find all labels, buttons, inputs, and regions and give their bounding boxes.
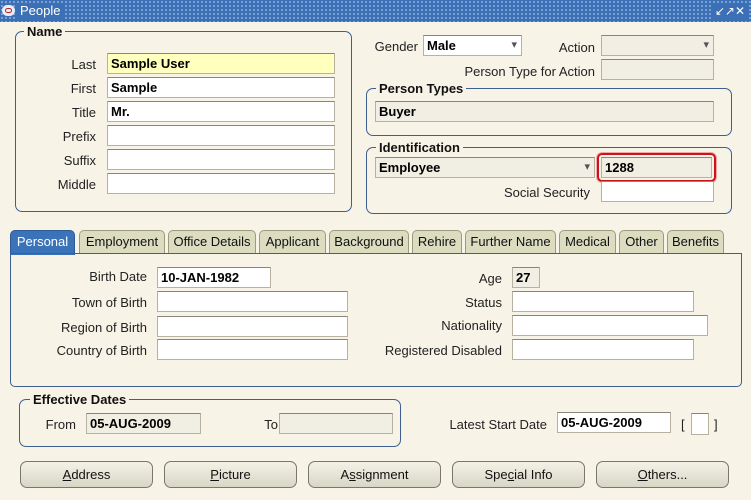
tab-benefits[interactable]: Benefits <box>667 230 724 254</box>
gender-label: Gender <box>374 39 418 54</box>
name-legend: Name <box>24 24 66 40</box>
last-name-field[interactable]: Sample User <box>107 53 335 74</box>
tab-other[interactable]: Other <box>619 230 664 254</box>
birth-date-field[interactable]: 10-JAN-1982 <box>157 267 271 288</box>
status-label: Status <box>465 295 502 310</box>
country-of-birth-field[interactable] <box>157 339 348 360</box>
window-title: People <box>17 3 64 19</box>
special-info-button[interactable]: Special Info <box>452 461 585 488</box>
assignment-button-text-pre: A <box>340 467 350 482</box>
tab-applicant[interactable]: Applicant <box>259 230 326 254</box>
from-date-field[interactable]: 05-AUG-2009 <box>86 413 201 434</box>
nationality-label: Nationality <box>441 318 502 333</box>
tab-employment[interactable]: Employment <box>79 230 165 254</box>
assignment-button[interactable]: Assignment <box>308 461 441 488</box>
window-controls[interactable]: ↙↗✕ <box>712 3 747 19</box>
middle-name-label: Middle <box>57 177 96 192</box>
identification-legend: Identification <box>376 140 463 156</box>
person-type-field[interactable]: Buyer <box>375 101 714 122</box>
employee-number-field[interactable]: 1288 <box>601 157 712 178</box>
others-button-text-post: thers... <box>647 467 688 482</box>
window-title-bar[interactable] <box>0 0 751 22</box>
region-of-birth-field[interactable] <box>157 316 348 337</box>
title-field[interactable]: Mr. <box>107 101 335 122</box>
address-button-text-post: ddress <box>71 467 111 482</box>
nationality-field[interactable] <box>512 315 708 336</box>
others-button-mnemonic: O <box>637 467 648 482</box>
prefix-label: Prefix <box>62 129 96 144</box>
action-select[interactable] <box>601 35 714 56</box>
first-name-field[interactable]: Sample <box>107 77 335 98</box>
tab-office-details[interactable]: Office Details <box>168 230 256 254</box>
suffix-field[interactable] <box>107 149 335 170</box>
social-security-label: Social Security <box>504 185 590 200</box>
person-type-action-field[interactable] <box>601 59 714 80</box>
birth-date-label: Birth Date <box>89 269 147 284</box>
latest-start-checkbox[interactable] <box>691 413 709 435</box>
tab-further-name[interactable]: Further Name <box>465 230 556 254</box>
special-info-button-text-pre: Spe <box>484 467 508 482</box>
region-of-birth-label: Region of Birth <box>61 320 147 335</box>
first-name-label: First <box>70 81 96 96</box>
oracle-logo-icon <box>2 5 15 16</box>
middle-name-field[interactable] <box>107 173 335 194</box>
town-of-birth-field[interactable] <box>157 291 348 312</box>
address-button[interactable]: Address <box>20 461 153 488</box>
from-label: From <box>45 417 76 432</box>
registered-disabled-label: Registered Disabled <box>384 343 502 358</box>
age-field[interactable]: 27 <box>512 267 540 288</box>
address-button-mnemonic: A <box>62 467 72 482</box>
latest-start-date-label: Latest Start Date <box>449 417 547 432</box>
effective-dates-legend: Effective Dates <box>30 392 130 408</box>
picture-button-mnemonic: P <box>210 467 219 482</box>
tab-rehire[interactable]: Rehire <box>412 230 462 254</box>
identification-type-select[interactable]: Employee <box>375 157 595 178</box>
last-name-label: Last <box>71 57 96 72</box>
status-field[interactable] <box>512 291 694 312</box>
picture-button[interactable]: Picture <box>164 461 297 488</box>
person-type-action-label: Person Type for Action <box>464 64 595 79</box>
assignment-button-text-post: signment <box>355 467 409 482</box>
to-label: To <box>264 417 278 432</box>
tab-medical[interactable]: Medical <box>559 230 616 254</box>
gender-select[interactable]: Male <box>423 35 522 56</box>
country-of-birth-label: Country of Birth <box>56 343 147 358</box>
prefix-field[interactable] <box>107 125 335 146</box>
bracket-close: ] <box>714 417 718 432</box>
registered-disabled-field[interactable] <box>512 339 694 360</box>
latest-start-date-field[interactable]: 05-AUG-2009 <box>557 412 671 433</box>
age-label: Age <box>478 271 502 286</box>
special-info-button-text-post: ial Info <box>514 467 553 482</box>
person-types-legend: Person Types <box>376 81 467 97</box>
action-label: Action <box>558 40 595 55</box>
picture-button-text-post: icture <box>218 467 251 482</box>
to-date-field[interactable] <box>279 413 393 434</box>
bracket-open: [ <box>681 417 685 432</box>
tab-personal[interactable]: Personal <box>10 230 75 255</box>
social-security-field[interactable] <box>601 181 714 202</box>
tab-background[interactable]: Background <box>329 230 409 254</box>
town-of-birth-label: Town of Birth <box>71 295 147 310</box>
suffix-label: Suffix <box>63 153 96 168</box>
title-label: Title <box>71 105 96 120</box>
others-button[interactable]: Others... <box>596 461 729 488</box>
